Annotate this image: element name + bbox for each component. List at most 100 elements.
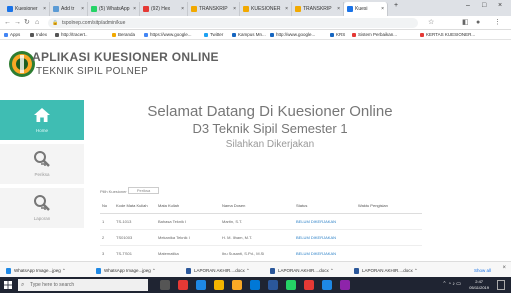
- close-icon[interactable]: ×: [43, 2, 46, 16]
- close-icon[interactable]: ×: [233, 2, 236, 16]
- minimize-icon[interactable]: –: [466, 2, 470, 9]
- bookmark-icon: [270, 32, 274, 37]
- forward-icon[interactable]: →: [14, 19, 21, 27]
- close-icon[interactable]: ×: [502, 265, 506, 271]
- windows-start-icon[interactable]: [4, 281, 12, 289]
- table-cell: TS-TS01: [114, 245, 156, 262]
- app-subtitle: TEKNIK SIPIL POLNEP: [36, 66, 149, 77]
- browser-tab[interactable]: Add tr ×: [50, 2, 88, 16]
- browser-tab[interactable]: Kuesioner ×: [4, 2, 50, 16]
- bookmark-item[interactable]: Index: [30, 30, 47, 39]
- task-view-icon[interactable]: [160, 280, 170, 290]
- browser-tab[interactable]: (92) Hex ×: [140, 2, 188, 16]
- close-icon[interactable]: ×: [133, 2, 136, 16]
- download-item[interactable]: LAPORAN AKHIR....docx ⌃: [270, 266, 334, 275]
- bookmark-item[interactable]: Beranda: [112, 30, 135, 39]
- table-row[interactable]: 1 TS-1013 Bahasa Teknik I Martin, S.T. B…: [100, 213, 422, 230]
- table-cell: Matematika: [156, 245, 220, 262]
- table-row[interactable]: 3 TS-TS01 Matematika Ibu Susanti, S.Pd.,…: [100, 245, 422, 262]
- table-cell: Ibu Susanti, S.Pd., M.Si: [220, 245, 294, 262]
- sidebar-item-laporan[interactable]: Laporan: [0, 188, 84, 228]
- bookmark-item[interactable]: Kampus Mn...: [232, 30, 266, 39]
- sidebar-item-label: Home: [35, 128, 48, 133]
- word-icon[interactable]: [268, 280, 278, 290]
- table-cell: [356, 229, 422, 246]
- browser-tab-strip: Kuesioner × Add tr × (5) WhatsApp × (92) He…: [0, 0, 511, 16]
- table-cell: Bahasa Teknik I: [156, 213, 220, 230]
- bookmark-item[interactable]: Apps: [4, 30, 20, 39]
- tab-favicon-icon: [7, 5, 13, 12]
- close-icon[interactable]: ×: [337, 2, 340, 16]
- new-tab-icon[interactable]: +: [394, 2, 398, 9]
- extensions-icon[interactable]: ◧: [462, 19, 469, 27]
- notification-icon[interactable]: [497, 280, 505, 290]
- download-item[interactable]: LAPORAN AKHIR....docx ⌃: [354, 266, 418, 275]
- table-header-row: No Kode Mata Kuliah Mata Kuliah Nama Dos…: [100, 198, 422, 214]
- bookmark-item[interactable]: KERTAS KUESIONER...: [420, 30, 475, 39]
- status-link[interactable]: BELUM DIKERJAKAN: [294, 229, 356, 246]
- back-icon[interactable]: ←: [4, 19, 11, 27]
- windows-taskbar: ⌕ Type here to search ⌃ ◔ ♪ ▭ 2:47 05/11…: [0, 277, 511, 293]
- periksa-button[interactable]: Periksa: [128, 187, 159, 194]
- table-header: Kode Mata Kuliah: [114, 198, 156, 214]
- bookmark-item[interactable]: Twitter: [204, 30, 223, 39]
- bookmark-icon: [30, 32, 34, 37]
- reload-icon[interactable]: ↻: [24, 19, 30, 27]
- whatsapp-icon[interactable]: [286, 280, 296, 290]
- table-cell: 2: [100, 229, 114, 246]
- bookmark-icon: [420, 32, 424, 37]
- taskbar-search-input[interactable]: ⌕ Type here to search: [18, 279, 148, 291]
- browser-tab-active[interactable]: Kuesi ×: [344, 2, 388, 16]
- table-filter-label: Pilih Kuesioner: [100, 189, 127, 194]
- taskbar-clock[interactable]: 2:47 05/11/2019: [469, 279, 489, 291]
- word-file-icon: [354, 267, 359, 274]
- app-icon[interactable]: [340, 280, 350, 290]
- profile-icon[interactable]: ●: [476, 19, 480, 27]
- download-item[interactable]: WhatsApp Image...jpeg ⌃: [96, 266, 156, 275]
- bookmark-icon: [352, 32, 356, 37]
- close-icon[interactable]: ×: [381, 2, 384, 16]
- app-icon[interactable]: [322, 280, 332, 290]
- status-link[interactable]: BELUM DIKERJAKAN: [294, 213, 356, 230]
- show-all-button[interactable]: Show all: [474, 266, 491, 275]
- browser-tab[interactable]: TRANSKRIP ×: [188, 2, 240, 16]
- bookmark-item[interactable]: Sistem Perbaikan...: [352, 30, 397, 39]
- bookmark-item[interactable]: KRS: [330, 30, 345, 39]
- browser-tab[interactable]: (5) WhatsApp ×: [88, 2, 140, 16]
- home-icon[interactable]: ⌂: [35, 19, 39, 27]
- table-header: Nama Dosen: [220, 198, 294, 214]
- browser-tab[interactable]: TRANSKRIP ×: [292, 2, 344, 16]
- kuesioner-table: No Kode Mata Kuliah Mata Kuliah Nama Dos…: [100, 198, 422, 262]
- edge-icon[interactable]: [196, 280, 206, 290]
- status-link[interactable]: BELUM DIKERJAKAN: [294, 245, 356, 262]
- tab-favicon-icon: [143, 5, 149, 12]
- address-bar[interactable]: 🔒 tspolnep.com/sitp/admin/kue: [48, 18, 418, 28]
- store-icon[interactable]: [250, 280, 260, 290]
- file-explorer-icon[interactable]: [232, 280, 242, 290]
- word-file-icon: [270, 267, 275, 274]
- chrome-icon[interactable]: [214, 280, 224, 290]
- download-item[interactable]: LAPORAN AKHIR....docx ⌃: [186, 266, 250, 275]
- window-close-icon[interactable]: ×: [498, 2, 502, 9]
- bookmark-icon: [112, 32, 116, 37]
- maximize-icon[interactable]: □: [482, 2, 486, 9]
- sidebar-item-periksa[interactable]: Periksa: [0, 144, 84, 184]
- download-item[interactable]: WhatsApp Image...jpeg ⌃: [6, 266, 66, 275]
- table-cell: [356, 213, 422, 230]
- browser-tab[interactable]: KUESIONER ×: [240, 2, 292, 16]
- app-icon[interactable]: [304, 280, 314, 290]
- close-icon[interactable]: ×: [181, 2, 184, 16]
- table-row[interactable]: 2 TS01003 Mekanika Teknik I H. M. Ilham,…: [100, 229, 422, 246]
- close-icon[interactable]: ×: [285, 2, 288, 16]
- system-tray[interactable]: ⌃ ◔ ♪ ▭: [442, 281, 461, 287]
- bookmark-item[interactable]: http://www.google...: [270, 30, 315, 39]
- close-icon[interactable]: ×: [81, 2, 84, 16]
- app-icon[interactable]: [178, 280, 188, 290]
- sidebar-item-home[interactable]: Home: [0, 100, 84, 140]
- star-icon[interactable]: ☆: [428, 19, 434, 27]
- image-file-icon: [96, 267, 101, 274]
- home-icon: [34, 108, 50, 122]
- bookmark-item[interactable]: http://tracert..: [55, 30, 88, 39]
- bookmark-item[interactable]: https://www.google...: [144, 30, 192, 39]
- menu-icon[interactable]: ⋮: [494, 19, 501, 27]
